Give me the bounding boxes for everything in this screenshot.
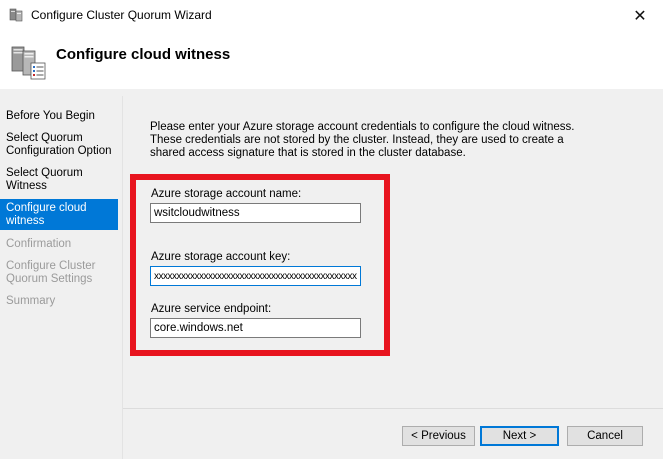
sidebar-item-configure-cloud-witness[interactable]: Configure cloud witness xyxy=(0,199,118,230)
sidebar-item-summary: Summary xyxy=(6,295,56,307)
account-key-label: Azure storage account key: xyxy=(151,251,291,263)
sidebar-item-select-quorum-configuration[interactable]: Select Quorum Configuration Option xyxy=(0,132,118,158)
close-icon: ✕ xyxy=(633,7,647,25)
instructions-text: Please enter your Azure storage account … xyxy=(150,121,575,159)
footer-divider xyxy=(123,408,663,409)
next-button[interactable]: Next > xyxy=(480,426,559,446)
previous-button[interactable]: < Previous xyxy=(402,426,475,446)
header-divider xyxy=(0,89,663,96)
account-key-input[interactable] xyxy=(150,266,361,286)
cancel-button[interactable]: Cancel xyxy=(567,426,643,446)
cluster-server-icon xyxy=(11,46,46,80)
service-endpoint-input[interactable] xyxy=(150,318,361,338)
account-name-input[interactable] xyxy=(150,203,361,223)
wizard-steps-sidebar: Before You Begin Select Quorum Configura… xyxy=(0,96,122,459)
sidebar-item-before-you-begin[interactable]: Before You Begin xyxy=(0,110,118,123)
page-title: Configure cloud witness xyxy=(56,46,231,63)
account-name-label: Azure storage account name: xyxy=(151,188,302,200)
close-button[interactable]: ✕ xyxy=(617,0,663,31)
sidebar-item-confirmation: Confirmation xyxy=(6,238,72,250)
sidebar-item-select-quorum-witness[interactable]: Select Quorum Witness xyxy=(0,167,118,193)
sidebar-item-configure-cluster-quorum-settings: Configure Cluster Quorum Settings xyxy=(6,260,96,285)
window-title: Configure Cluster Quorum Wizard xyxy=(31,8,212,22)
title-bar: Configure Cluster Quorum Wizard ✕ xyxy=(0,0,663,31)
wizard-header: Configure cloud witness xyxy=(0,31,663,89)
service-endpoint-label: Azure service endpoint: xyxy=(151,303,272,315)
cluster-app-icon xyxy=(9,8,23,22)
